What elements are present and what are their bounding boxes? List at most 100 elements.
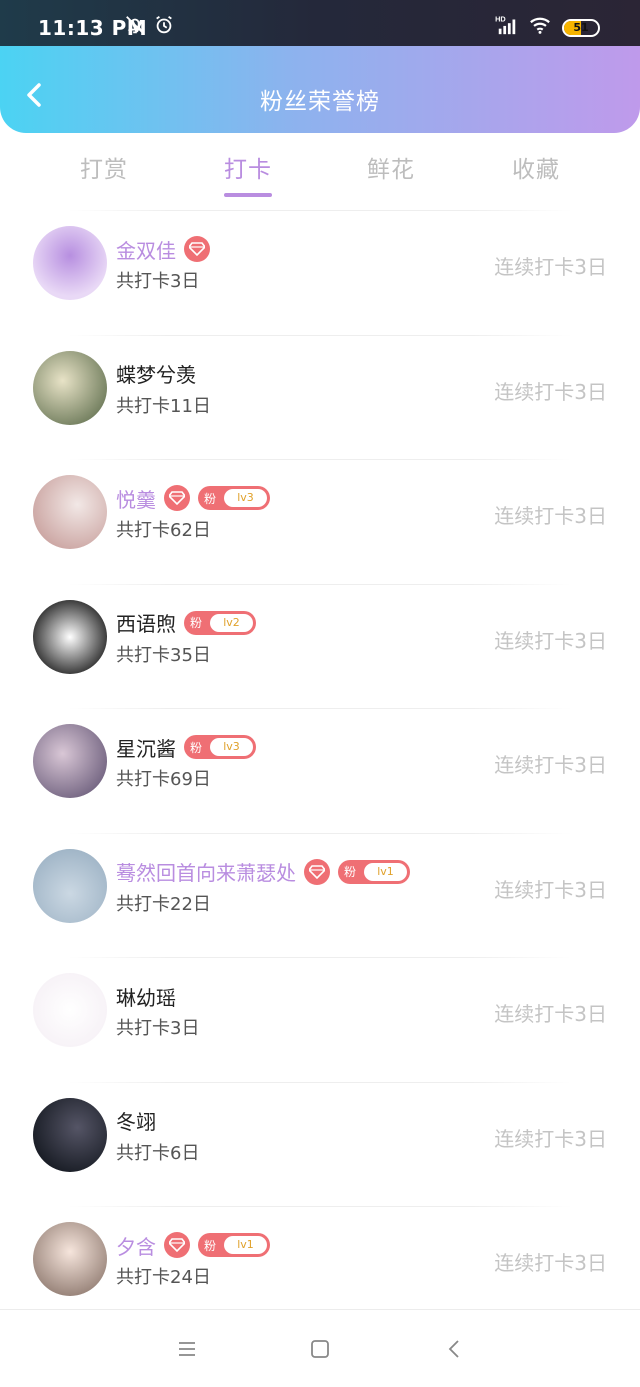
user-name[interactable]: 西语煦: [116, 608, 176, 637]
row-divider: [68, 708, 572, 709]
header-bar: 11:13 PM HD 51 粉丝荣誉榜: [0, 0, 640, 133]
total-checkins: 共打卡6日: [116, 1142, 200, 1164]
page-title: 粉丝荣誉榜: [260, 89, 380, 115]
row-divider: [68, 1081, 572, 1083]
list-item[interactable]: 悦羹 粉 lv3 共打卡62日 连续打卡3日: [0, 459, 640, 583]
name-line: 悦羹 粉 lv3: [116, 483, 270, 513]
name-line: 西语煦 粉 lv2: [116, 608, 256, 638]
streak-label: 连续打卡3日: [494, 504, 607, 528]
alarm-icon: [156, 15, 172, 34]
total-checkins: 共打卡69日: [116, 769, 211, 790]
fan-level-badge: 粉 lv3: [184, 735, 256, 759]
fan-level-text: lv3: [210, 738, 253, 756]
menu-icon[interactable]: [176, 1338, 198, 1360]
streak-label: 连续打卡3日: [494, 1002, 607, 1026]
streak-label: 连续打卡3日: [494, 1126, 607, 1151]
streak-label: 连续打卡3日: [494, 255, 607, 279]
name-line: 蝶梦兮羡: [116, 359, 196, 389]
tab-bar: 打赏 打卡 鲜花 收藏: [0, 140, 640, 204]
back-triangle-icon[interactable]: [444, 1338, 466, 1360]
user-name[interactable]: 夕含: [116, 1231, 156, 1260]
fan-level-badge: 粉 lv1: [198, 1233, 270, 1257]
fan-level-badge: 粉 lv1: [338, 859, 410, 884]
name-line: 冬翊: [116, 1106, 156, 1136]
battery-indicator: 51: [562, 19, 600, 37]
tab-favorites[interactable]: 收藏: [481, 150, 591, 184]
name-line: 金双佳: [116, 234, 210, 264]
fan-badge-label: 粉: [343, 865, 356, 879]
avatar[interactable]: [33, 350, 107, 425]
user-name[interactable]: 星沉酱: [116, 733, 176, 762]
user-name[interactable]: 冬翊: [116, 1106, 156, 1135]
status-bar: 11:13 PM HD 51: [0, 0, 640, 46]
avatar[interactable]: [33, 973, 107, 1047]
name-line: 琳幼瑶: [116, 981, 176, 1011]
avatar[interactable]: [33, 724, 107, 798]
row-divider: [68, 832, 572, 834]
name-line: 蓦然回首向来萧瑟处 粉 lv1: [116, 857, 410, 887]
fan-badge-label: 粉: [203, 491, 216, 506]
list-item[interactable]: 琳幼瑶 共打卡3日 连续打卡3日: [0, 957, 640, 1081]
fan-level-text: lv2: [210, 613, 253, 632]
list-item[interactable]: 冬翊 共打卡6日 连续打卡3日: [0, 1081, 640, 1206]
avatar[interactable]: [33, 475, 107, 549]
user-name[interactable]: 金双佳: [116, 235, 176, 264]
fan-badge-label: 粉: [189, 740, 202, 755]
user-name[interactable]: 蓦然回首向来萧瑟处: [116, 857, 296, 886]
row-divider: [68, 1206, 572, 1207]
streak-label: 连续打卡3日: [494, 1251, 607, 1275]
fan-level-text: lv1: [224, 1236, 267, 1254]
fan-level-text: lv1: [364, 862, 407, 881]
diamond-icon: [304, 858, 330, 885]
tab-checkin[interactable]: 打卡: [193, 150, 303, 184]
row-divider: [68, 210, 572, 211]
streak-label: 连续打卡3日: [494, 877, 607, 902]
list-item[interactable]: 星沉酱 粉 lv3 共打卡69日 连续打卡3日: [0, 708, 640, 832]
row-divider: [68, 957, 572, 958]
svg-text:HD: HD: [495, 14, 506, 23]
streak-label: 连续打卡3日: [494, 753, 607, 777]
tab-active-indicator: [224, 193, 272, 197]
tab-reward[interactable]: 打赏: [49, 150, 159, 184]
avatar[interactable]: [33, 599, 107, 674]
fan-level-badge: 粉 lv3: [198, 486, 270, 510]
hd-signal-icon: HD: [495, 14, 516, 35]
fan-badge-label: 粉: [203, 1238, 216, 1253]
total-checkins: 共打卡24日: [116, 1267, 211, 1288]
fan-level-badge: 粉 lv2: [184, 610, 256, 635]
list-item[interactable]: 蓦然回首向来萧瑟处 粉 lv1 共打卡22日 连续打卡3日: [0, 832, 640, 957]
diamond-icon: [164, 485, 190, 511]
user-name[interactable]: 蝶梦兮羡: [116, 359, 196, 388]
total-checkins: 共打卡11日: [116, 395, 211, 417]
battery-text: 51: [573, 21, 589, 34]
diamond-icon: [164, 1232, 190, 1258]
fan-badge-label: 粉: [189, 616, 202, 630]
total-checkins: 共打卡22日: [116, 893, 211, 915]
user-name[interactable]: 悦羹: [116, 484, 156, 513]
diamond-icon: [184, 236, 210, 262]
avatar[interactable]: [33, 1097, 107, 1172]
wifi-icon: [530, 17, 550, 34]
bell-off-icon: [126, 16, 144, 34]
list-item[interactable]: 金双佳 共打卡3日 连续打卡3日: [0, 210, 640, 334]
total-checkins: 共打卡3日: [116, 271, 200, 292]
name-line: 夕含 粉 lv1: [116, 1230, 270, 1260]
total-checkins: 共打卡62日: [116, 520, 211, 541]
avatar[interactable]: [33, 848, 107, 923]
home-square-icon[interactable]: [309, 1338, 331, 1360]
fan-level-text: lv3: [224, 489, 267, 507]
streak-label: 连续打卡3日: [494, 628, 607, 653]
list-item[interactable]: 西语煦 粉 lv2 共打卡35日 连续打卡3日: [0, 583, 640, 708]
total-checkins: 共打卡35日: [116, 644, 211, 666]
avatar[interactable]: [33, 226, 107, 300]
name-line: 星沉酱 粉 lv3: [116, 732, 256, 762]
system-nav-bar: [0, 1309, 640, 1387]
row-divider: [68, 583, 572, 585]
streak-label: 连续打卡3日: [494, 379, 607, 404]
avatar[interactable]: [33, 1222, 107, 1296]
user-name[interactable]: 琳幼瑶: [116, 982, 176, 1011]
row-divider: [68, 334, 572, 336]
total-checkins: 共打卡3日: [116, 1018, 200, 1039]
list-item[interactable]: 蝶梦兮羡 共打卡11日 连续打卡3日: [0, 334, 640, 459]
tab-flowers[interactable]: 鲜花: [336, 150, 446, 184]
